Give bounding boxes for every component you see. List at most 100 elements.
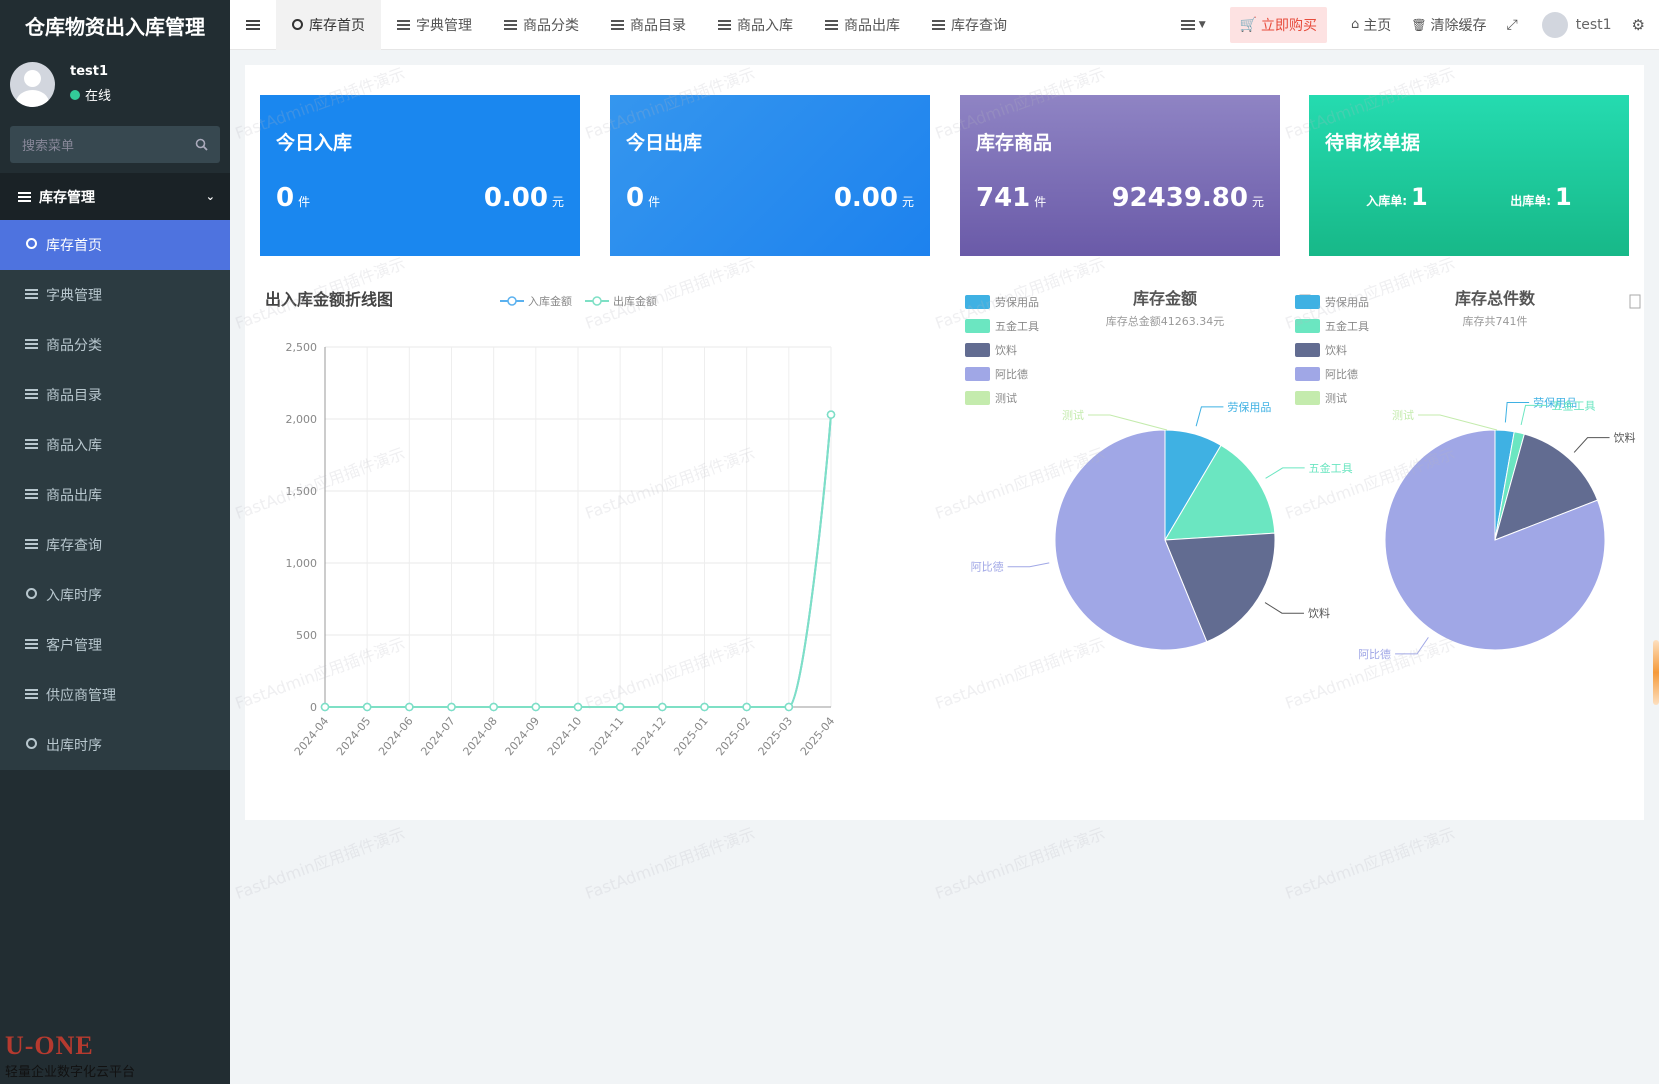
data-point bbox=[405, 702, 414, 712]
x-tick-label: 2024-08 bbox=[460, 715, 500, 759]
data-point bbox=[658, 702, 667, 712]
x-tick-label: 2024-04 bbox=[292, 715, 332, 759]
y-tick-label: 2,500 bbox=[286, 341, 318, 354]
legend-label: 饮料 bbox=[1325, 343, 1347, 357]
list-icon bbox=[22, 638, 40, 652]
sidebar-item-9[interactable]: 供应商管理 bbox=[0, 670, 230, 720]
tab-label: 商品目录 bbox=[630, 17, 686, 34]
sidebar-item-5[interactable]: 商品出库 bbox=[0, 470, 230, 520]
sidebar-item-label: 客户管理 bbox=[46, 638, 102, 654]
chevron-down-icon: ⌄ bbox=[205, 190, 215, 203]
sidebar-item-4[interactable]: 商品入库 bbox=[0, 420, 230, 470]
sidebar-item-0[interactable]: 库存首页 bbox=[0, 220, 230, 270]
list-icon bbox=[932, 19, 945, 30]
buy-now-button[interactable]: 🛒 立即购买 bbox=[1229, 6, 1328, 43]
search-icon[interactable] bbox=[195, 138, 208, 151]
list-icon bbox=[397, 19, 410, 30]
tab-0[interactable]: 库存首页 bbox=[276, 0, 381, 50]
app-title[interactable]: 仓库物资出入库管理 bbox=[0, 0, 230, 50]
gears-icon: ⚙ bbox=[1631, 15, 1645, 34]
card-count-unit: 件 bbox=[648, 195, 661, 209]
data-point bbox=[531, 702, 541, 712]
sidebar-item-6[interactable]: 库存查询 bbox=[0, 520, 230, 570]
pie-label: 阿比德 bbox=[971, 560, 1004, 574]
tab-3[interactable]: 商品目录 bbox=[595, 0, 702, 50]
hamburger-icon bbox=[246, 19, 260, 30]
legend-label: 测试 bbox=[995, 392, 1017, 405]
list-icon bbox=[22, 288, 40, 302]
x-tick-label: 2024-10 bbox=[545, 715, 585, 759]
sidebar-item-label: 商品目录 bbox=[46, 388, 102, 404]
home-label: 主页 bbox=[1363, 17, 1392, 34]
list-icon bbox=[22, 388, 40, 402]
fullscreen-icon: ⤢ bbox=[1506, 16, 1518, 33]
sidebar-item-label: 入库时序 bbox=[46, 588, 102, 604]
x-tick-label: 2024-12 bbox=[629, 715, 669, 759]
list-icon bbox=[18, 191, 31, 202]
search-input[interactable]: 搜索菜单 bbox=[10, 126, 220, 163]
page-scrollbar[interactable] bbox=[1653, 640, 1659, 705]
sidebar-item-3[interactable]: 商品目录 bbox=[0, 370, 230, 420]
clear-cache-label: 清除缓存 bbox=[1430, 17, 1487, 34]
legend-label: 劳保用品 bbox=[995, 295, 1039, 309]
user-menu[interactable]: test1 bbox=[1528, 0, 1626, 50]
card-stock: 库存商品 741 件 92439.80 元 bbox=[960, 95, 1280, 256]
pie-label-line bbox=[1264, 602, 1304, 614]
pending-in-label: 入库单: bbox=[1366, 194, 1408, 208]
sidebar-item-1[interactable]: 字典管理 bbox=[0, 270, 230, 320]
home-icon: ⌂ bbox=[1351, 17, 1360, 32]
legend-marker bbox=[592, 296, 602, 306]
card-title: 今日入库 bbox=[276, 132, 353, 154]
chart-subtitle: 库存共741件 bbox=[1463, 314, 1528, 328]
user-avatar-icon bbox=[1541, 11, 1568, 38]
sidebar-item-label: 库存查询 bbox=[46, 538, 102, 554]
pie-label-line bbox=[1395, 637, 1429, 655]
topbar-user-name: test1 bbox=[1575, 16, 1612, 33]
legend-label: 出库金额 bbox=[613, 294, 657, 308]
settings-button[interactable]: ⚙ bbox=[1626, 0, 1659, 50]
card-pending: 待审核单据 入库单: 1 出库单: 1 bbox=[1309, 95, 1629, 256]
tab-label: 商品分类 bbox=[523, 17, 579, 34]
pie-label-line bbox=[1573, 437, 1610, 453]
more-tabs-dropdown[interactable]: ▼ bbox=[1171, 0, 1216, 50]
x-tick-label: 2025-04 bbox=[798, 715, 838, 759]
fullscreen-button[interactable]: ⤢ bbox=[1497, 0, 1528, 50]
x-tick-label: 2025-01 bbox=[671, 715, 711, 759]
sidebar-item-label: 商品出库 bbox=[46, 488, 102, 504]
legend-swatch bbox=[965, 343, 990, 357]
y-tick-label: 500 bbox=[296, 629, 317, 642]
topbar: 库存首页 字典管理 商品分类 商品目录 商品入库 商品出库 库存查询 ▼ 🛒 立即购买 ⌂ … bbox=[230, 0, 1659, 50]
tab-label: 商品出库 bbox=[844, 17, 900, 34]
legend-swatch bbox=[1295, 391, 1320, 405]
tab-label: 商品入库 bbox=[737, 17, 793, 34]
list-icon bbox=[22, 538, 40, 552]
legend-label: 五金工具 bbox=[1325, 319, 1369, 333]
chart-subtitle: 库存总金额41263.34元 bbox=[1106, 314, 1225, 328]
tab-4[interactable]: 商品入库 bbox=[702, 0, 809, 50]
card-count: 741 bbox=[976, 183, 1031, 213]
menu-group-inventory[interactable]: 库存管理 ⌄ bbox=[0, 173, 230, 220]
sidebar-item-label: 字典管理 bbox=[46, 288, 102, 304]
x-tick-label: 2025-03 bbox=[756, 715, 796, 759]
tab-5[interactable]: 商品出库 bbox=[809, 0, 916, 50]
search-placeholder: 搜索菜单 bbox=[22, 139, 75, 154]
pie-label-line bbox=[1195, 406, 1224, 427]
tab-6[interactable]: 库存查询 bbox=[916, 0, 1023, 50]
sidebar-toggle-button[interactable] bbox=[230, 0, 276, 50]
list-icon bbox=[825, 19, 838, 30]
tab-1[interactable]: 字典管理 bbox=[381, 0, 488, 50]
tab-2[interactable]: 商品分类 bbox=[488, 0, 595, 50]
sidebar-item-8[interactable]: 客户管理 bbox=[0, 620, 230, 670]
chart-title: 库存总件数 bbox=[1455, 289, 1536, 308]
y-tick-label: 0 bbox=[310, 701, 317, 714]
clear-cache-button[interactable]: 🗑 清除缓存 bbox=[1401, 0, 1496, 50]
data-point bbox=[700, 702, 709, 712]
home-link[interactable]: ⌂ 主页 bbox=[1341, 0, 1401, 50]
sidebar-item-10[interactable]: 出库时序 bbox=[0, 720, 230, 770]
sidebar-item-2[interactable]: 商品分类 bbox=[0, 320, 230, 370]
data-point bbox=[784, 702, 794, 712]
list-icon bbox=[22, 338, 40, 352]
legend-swatch bbox=[1295, 295, 1320, 309]
data-point bbox=[742, 702, 751, 712]
sidebar-item-7[interactable]: 入库时序 bbox=[0, 570, 230, 620]
